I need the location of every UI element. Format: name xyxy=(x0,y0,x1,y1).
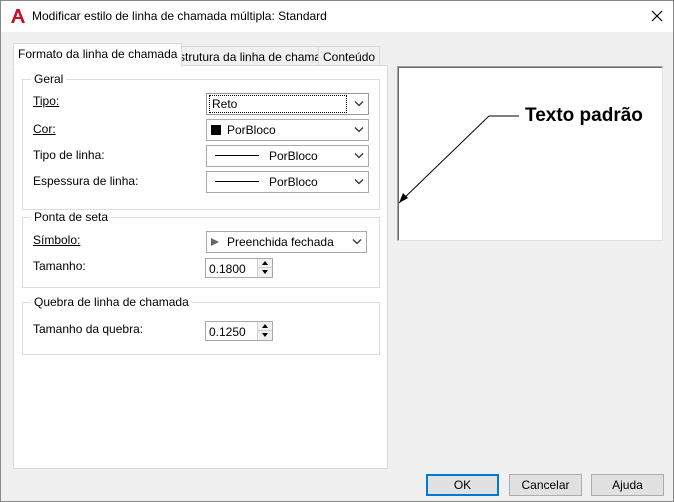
espessura-dropdown-value: PorBloco xyxy=(269,175,318,189)
tab-estrutura-linha-chamada[interactable]: Estrutura da linha de chamada xyxy=(166,46,340,67)
tipo-dropdown-value: Reto xyxy=(209,95,347,113)
leader-arrowhead xyxy=(399,193,408,203)
help-button[interactable]: Ajuda xyxy=(591,474,664,496)
chevron-down-icon xyxy=(354,179,364,185)
espessura-label: Espessura de linha: xyxy=(33,174,139,188)
window-title: Modificar estilo de linha de chamada múl… xyxy=(32,9,327,23)
cor-dropdown-value: PorBloco xyxy=(227,123,276,137)
group-geral-title: Geral xyxy=(31,72,67,86)
tipo-linha-dropdown-value: PorBloco xyxy=(269,149,318,163)
chevron-down-icon xyxy=(354,101,364,107)
tab-formato-linha-chamada[interactable]: Formato da linha de chamada xyxy=(13,43,183,67)
preview-pane: Texto padrão xyxy=(397,66,663,241)
preview-text: Texto padrão xyxy=(525,105,643,126)
leader-preview-graphic xyxy=(398,115,519,204)
cor-label-text: Cor: xyxy=(33,122,56,136)
stepper-buttons xyxy=(257,259,272,277)
spin-up-icon[interactable] xyxy=(258,259,272,268)
group-quebra: Quebra de linha de chamada Tamanho da qu… xyxy=(22,295,380,355)
title-bar: Modificar estilo de linha de chamada múl… xyxy=(1,1,673,32)
color-swatch xyxy=(211,125,221,135)
espessura-value-wrap: PorBloco xyxy=(215,175,318,189)
tamanho-seta-label: Tamanho: xyxy=(33,259,86,273)
cor-dropdown-value-wrap: PorBloco xyxy=(211,123,276,137)
simbolo-value-wrap: Preenchida fechada xyxy=(211,235,334,249)
tab-panel-formato: Geral Tipo: Reto Cor: PorBloco Tipo de l… xyxy=(13,65,388,469)
group-ponta-seta-title: Ponta de seta xyxy=(31,210,112,224)
spin-up-icon[interactable] xyxy=(258,322,272,331)
tipo-linha-value-wrap: PorBloco xyxy=(215,149,318,163)
dialog-window: Modificar estilo de linha de chamada múl… xyxy=(0,0,674,502)
stepper-buttons xyxy=(257,322,272,340)
simbolo-dropdown[interactable]: Preenchida fechada xyxy=(206,231,367,253)
chevron-down-icon xyxy=(354,153,364,159)
tipo-dropdown[interactable]: Reto xyxy=(206,93,369,115)
group-quebra-title: Quebra de linha de chamada xyxy=(31,295,192,309)
lineweight-sample xyxy=(215,181,259,182)
group-geral: Geral Tipo: Reto Cor: PorBloco Tipo de l… xyxy=(22,72,380,210)
tamanho-quebra-value: 0.1250 xyxy=(209,325,246,339)
tipo-linha-dropdown[interactable]: PorBloco xyxy=(206,145,369,167)
tipo-label: Tipo: xyxy=(33,94,59,108)
close-icon xyxy=(651,10,663,22)
chevron-down-icon xyxy=(354,127,364,133)
linetype-sample xyxy=(215,155,259,156)
tipo-linha-label: Tipo de linha: xyxy=(33,148,105,162)
closed-filled-arrow-icon xyxy=(211,238,219,246)
simbolo-label: Símbolo: xyxy=(33,233,80,247)
spin-down-icon[interactable] xyxy=(258,268,272,277)
chevron-down-icon xyxy=(352,239,362,245)
cor-dropdown[interactable]: PorBloco xyxy=(206,119,369,141)
spin-down-icon[interactable] xyxy=(258,331,272,340)
group-ponta-seta: Ponta de seta Símbolo: Preenchida fechad… xyxy=(22,210,380,288)
espessura-dropdown[interactable]: PorBloco xyxy=(206,171,369,193)
tamanho-quebra-stepper[interactable]: 0.1250 xyxy=(205,321,273,341)
simbolo-label-text: Símbolo: xyxy=(33,233,81,247)
tamanho-quebra-label: Tamanho da quebra: xyxy=(33,322,144,336)
tamanho-seta-stepper[interactable]: 0.1800 xyxy=(205,258,273,278)
tab-conteudo[interactable]: Conteúdo xyxy=(318,46,381,67)
cor-label: Cor: xyxy=(33,122,56,136)
autocad-a-icon xyxy=(10,8,26,24)
ok-button[interactable]: OK xyxy=(426,474,499,496)
cancel-button[interactable]: Cancelar xyxy=(509,474,582,496)
simbolo-dropdown-value: Preenchida fechada xyxy=(227,235,334,249)
close-button[interactable] xyxy=(645,5,669,27)
tamanho-seta-value: 0.1800 xyxy=(209,262,246,276)
tipo-label-text: Tipo: xyxy=(33,94,60,108)
